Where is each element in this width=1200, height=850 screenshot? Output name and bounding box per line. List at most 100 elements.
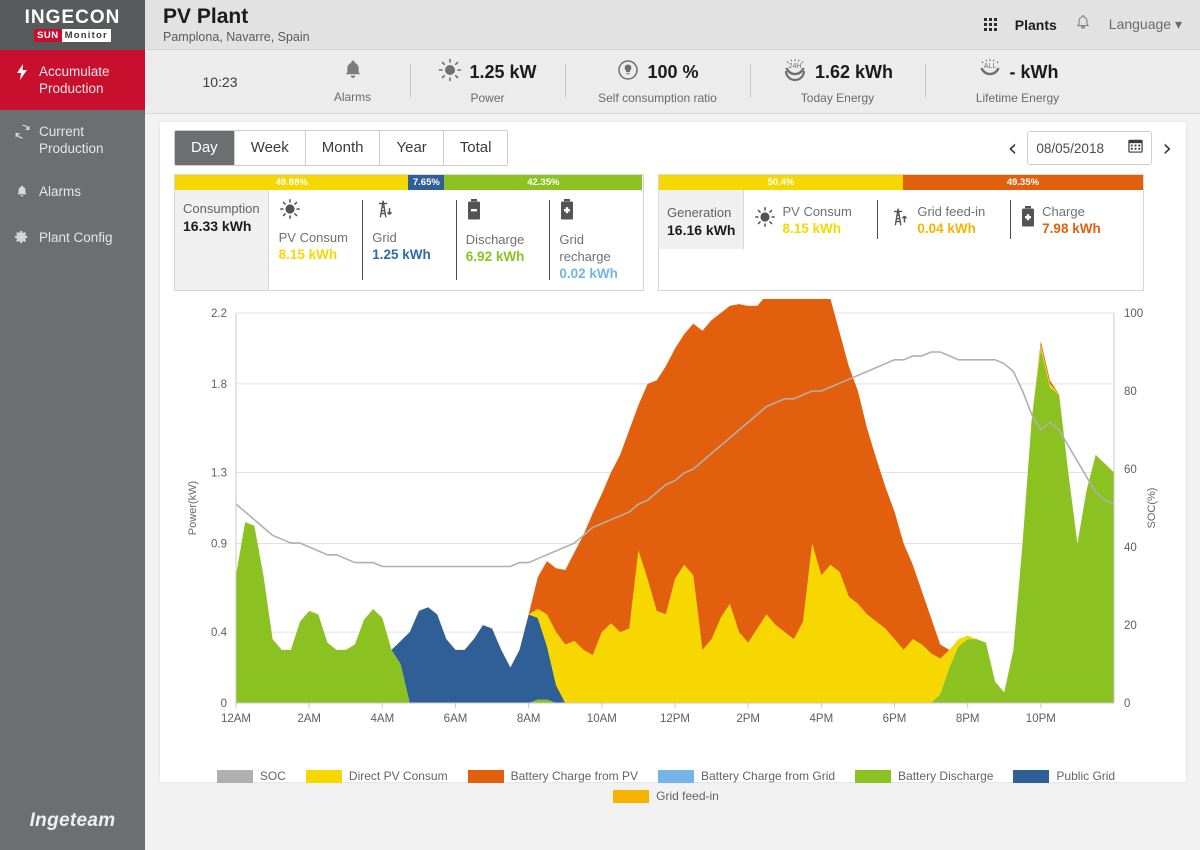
y-axis-tick: 0.4	[211, 627, 228, 639]
generation-item-texts: PV Consum 8.15 kWh	[782, 203, 851, 237]
generation-item-charge: Charge 7.98 kWh	[1010, 190, 1143, 249]
consumption-item-label: Grid	[372, 230, 397, 245]
refresh-icon	[14, 123, 30, 143]
consumption-item-label: Discharge	[465, 232, 525, 247]
content-card: Day Week Month Year Total ‹ 08/05/2018 ›	[160, 122, 1186, 803]
legend-label: Grid feed-in	[656, 789, 719, 803]
legend-swatch	[855, 769, 892, 783]
legend-swatch	[305, 769, 342, 783]
date-input[interactable]: 08/05/2018	[1027, 131, 1153, 165]
status-today-energy: 24H 1.62 kWh Today Energy	[750, 50, 925, 113]
chart-legend: SOC Direct PV Consum Battery Charge from P…	[174, 759, 1172, 803]
tab-total[interactable]: Total	[443, 131, 508, 165]
period-tabs: Day Week Month Year Total	[174, 130, 509, 166]
battery-plus-icon	[1020, 205, 1036, 234]
chevron-down-icon: ▾	[1174, 16, 1182, 32]
sidebar-item-alarms[interactable]: Alarms	[0, 170, 145, 216]
pylon-up-icon	[887, 206, 911, 233]
generation-item-value: 8.15 kWh	[782, 220, 842, 236]
legend-swatch	[613, 789, 650, 803]
legend-swatch	[467, 769, 504, 783]
status-self-consumption-value: 100 %	[647, 62, 699, 82]
x-axis-tick: 2PM	[736, 713, 760, 725]
consumption-item-grid: Grid 1.25 kWh	[362, 190, 456, 290]
summary-panels: 49.88% 7.65% 42.35% Consumption 16.33 kW…	[160, 174, 1186, 291]
calendar-icon[interactable]	[1128, 138, 1144, 158]
legend-item[interactable]: Battery Discharge	[855, 769, 993, 783]
generation-total: Generation 16.16 kWh	[659, 190, 745, 249]
y2-axis-tick: 100	[1124, 308, 1143, 320]
y-axis-tick: 1.3	[211, 468, 227, 480]
status-power-value: 1.25 kW	[469, 62, 537, 82]
sun-icon	[754, 206, 776, 233]
legend-item[interactable]: Battery Charge from PV	[467, 769, 638, 783]
consumption-item-label: PV Consum	[278, 230, 348, 245]
status-alarms-top	[342, 59, 364, 86]
sidebar-item-label: Current Production	[39, 124, 104, 156]
status-alarms[interactable]: Alarms	[295, 50, 410, 113]
sun-icon	[279, 198, 353, 225]
sun-icon	[438, 58, 462, 87]
status-lifetime-energy-caption: Lifetime Energy	[975, 91, 1060, 105]
consumption-total-value: 16.33 kWh	[183, 218, 252, 234]
brand-logo: INGECON SUN Monitor	[0, 0, 145, 50]
generation-item-value: 7.98 kWh	[1042, 220, 1101, 236]
logo-sun-monitor: SUN Monitor	[34, 29, 111, 42]
consumption-item-value: 8.15 kWh	[278, 247, 338, 262]
date-navigator: ‹ 08/05/2018 ›	[1008, 131, 1172, 165]
status-today-energy-caption: Today Energy	[800, 91, 875, 105]
chart-toolbar: Day Week Month Year Total ‹ 08/05/2018 ›	[160, 122, 1186, 174]
tab-day[interactable]: Day	[175, 131, 235, 165]
prev-date-button[interactable]: ‹	[1008, 136, 1018, 160]
ingeteam-footer-logo: Ingeteam	[29, 810, 116, 831]
sidebar-item-accumulate-production[interactable]: Accumulate Production	[0, 50, 145, 110]
svg-text:ALL: ALL	[983, 63, 996, 70]
legend-item[interactable]: Battery Charge from Grid	[658, 769, 835, 783]
y2-axis-label: SOC(%)	[1146, 488, 1158, 529]
status-self-consumption-top: 100 %	[616, 58, 699, 87]
x-axis-tick: 10PM	[1026, 713, 1056, 725]
sidebar-item-current-production[interactable]: Current Production	[0, 110, 145, 170]
y2-axis-tick: 20	[1124, 620, 1137, 632]
legend-item[interactable]: Public Grid	[1013, 769, 1115, 783]
consumption-panel: 49.88% 7.65% 42.35% Consumption 16.33 kW…	[174, 174, 644, 291]
next-date-button[interactable]: ›	[1162, 136, 1172, 160]
generation-percent-bar: 50.4% 49.35%	[659, 175, 1143, 190]
status-lifetime-energy-top: ALL - kWh	[977, 58, 1059, 87]
tab-month[interactable]: Month	[305, 131, 381, 165]
gaugeall-icon: ALL	[977, 58, 1003, 87]
logo-monitor-text: Monitor	[61, 29, 111, 42]
consumption-panel-body: Consumption 16.33 kWh PV Consum 8.15 kWh	[175, 190, 643, 290]
language-selector[interactable]: Language ▾	[1109, 16, 1182, 33]
legend-label: Battery Discharge	[898, 769, 994, 783]
tab-year[interactable]: Year	[380, 131, 444, 165]
tab-week[interactable]: Week	[234, 131, 306, 165]
y2-axis-tick: 80	[1124, 386, 1137, 398]
status-bar: 10:23 Alarms 1.25 kW Power 100 % Self co…	[145, 50, 1200, 114]
plants-link[interactable]: Plants	[1015, 17, 1057, 33]
legend-item[interactable]: Direct PV Consum	[305, 769, 448, 783]
generation-item-texts: Grid feed-in 0.04 kWh	[917, 203, 985, 237]
logo-sun-text: SUN	[34, 29, 62, 42]
sidebar-item-label: Plant Config	[39, 230, 113, 245]
consumption-pct-grid: 7.65%	[408, 175, 445, 190]
apps-grid-icon[interactable]	[983, 18, 997, 31]
legend-swatch	[658, 769, 694, 783]
legend-item[interactable]: SOC	[216, 769, 286, 783]
generation-item-label: Grid feed-in	[917, 203, 986, 219]
x-axis-tick: 12PM	[660, 713, 690, 725]
app-root: INGECON SUN Monitor Accumulate Production…	[0, 0, 1200, 850]
status-today-energy-top: 24H 1.62 kWh	[782, 58, 893, 87]
legend-label: Public Grid	[1056, 769, 1116, 783]
notification-bell-icon[interactable]	[1075, 14, 1091, 36]
generation-item-grid-feed-in: Grid feed-in 0.04 kWh	[877, 190, 1010, 249]
sidebar-item-plant-config[interactable]: Plant Config	[0, 216, 145, 261]
status-self-consumption: 100 % Self consumption ratio	[565, 50, 750, 113]
bolt-icon	[14, 63, 30, 84]
y-axis-label: Power(kW)	[187, 481, 199, 535]
legend-swatch	[1013, 769, 1050, 783]
x-axis-tick: 8PM	[956, 713, 980, 725]
status-self-consumption-caption: Self consumption ratio	[598, 91, 717, 105]
legend-item[interactable]: Grid feed-in	[613, 789, 719, 803]
generation-total-value: 16.16 kWh	[667, 222, 736, 238]
